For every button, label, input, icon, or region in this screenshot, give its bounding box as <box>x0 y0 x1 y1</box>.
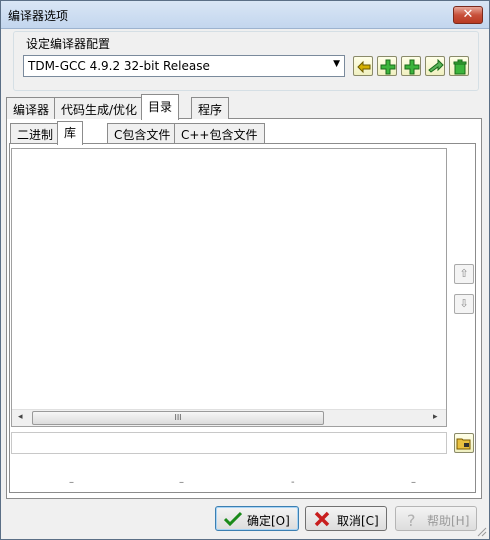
help-button[interactable]: ? 帮助[H] <box>395 506 477 531</box>
add-copy-icon <box>404 59 420 75</box>
check-icon <box>224 511 242 527</box>
tab-programs[interactable]: 程序 <box>191 97 230 119</box>
move-up-button[interactable]: ⇧ <box>454 264 474 284</box>
subtab-binaries[interactable]: 二进制 <box>10 123 61 143</box>
compiler-set-value: TDM-GCC 4.9.2 32-bit Release <box>28 59 210 73</box>
tab-directories[interactable]: 目录 <box>141 94 180 120</box>
cancel-button[interactable]: 取消[C] <box>305 506 387 531</box>
rename-compiler-button[interactable] <box>425 56 445 76</box>
subtab-cpp-includes[interactable]: C++包含文件 <box>174 123 265 143</box>
dash-marker: - <box>291 477 295 488</box>
folder-icon <box>456 438 471 450</box>
find-compiler-icon <box>357 60 371 74</box>
delete-icon <box>453 59 467 75</box>
scroll-right-icon[interactable]: ▸ <box>433 412 438 422</box>
window-title: 编译器选项 <box>8 9 69 23</box>
cancel-label: 取消[C] <box>337 514 379 528</box>
rename-icon <box>428 59 444 73</box>
resize-grip-icon[interactable] <box>477 527 487 537</box>
ok-label: 确定[O] <box>247 514 290 528</box>
delete-compiler-button[interactable] <box>449 56 469 76</box>
scroll-left-icon[interactable]: ◂ <box>18 412 23 422</box>
subtab-c-includes[interactable]: C包含文件 <box>107 123 178 143</box>
horizontal-scrollbar[interactable]: ◂ III ▸ <box>12 409 446 426</box>
add-icon <box>380 59 396 75</box>
add-compiler-copy-button[interactable] <box>401 56 421 76</box>
directory-path-input[interactable] <box>11 432 447 454</box>
tab-compiler[interactable]: 编译器 <box>6 97 57 119</box>
svg-text:?: ? <box>407 511 416 529</box>
tab-code-generation[interactable]: 代码生成/优化 <box>54 97 145 119</box>
dash-marker: – <box>179 477 184 488</box>
close-button[interactable]: ✕ <box>453 6 483 24</box>
x-icon <box>314 511 330 527</box>
add-compiler-button[interactable] <box>377 56 397 76</box>
help-label: 帮助[H] <box>427 514 470 528</box>
scrollbar-thumb[interactable]: III <box>32 411 324 425</box>
directory-list[interactable] <box>11 148 447 427</box>
compiler-set-select[interactable]: TDM-GCC 4.9.2 32-bit Release ▼ <box>23 55 345 77</box>
chevron-down-icon: ▼ <box>333 59 340 69</box>
compiler-set-label: 设定编译器配置 <box>24 35 113 52</box>
dash-marker: – <box>69 477 74 488</box>
compiler-options-dialog: 编译器选项 ✕ 设定编译器配置 TDM-GCC 4.9.2 32-bit Rel… <box>0 0 490 540</box>
help-icon: ? <box>407 511 416 529</box>
ok-button[interactable]: 确定[O] <box>215 506 299 531</box>
subtab-libraries[interactable]: 库 <box>57 121 84 145</box>
move-down-button[interactable]: ⇩ <box>454 294 474 314</box>
title-bar: 编译器选项 ✕ <box>1 1 489 29</box>
dash-marker: – <box>411 477 416 488</box>
find-compiler-button[interactable] <box>353 56 373 76</box>
browse-folder-button[interactable] <box>454 433 474 453</box>
